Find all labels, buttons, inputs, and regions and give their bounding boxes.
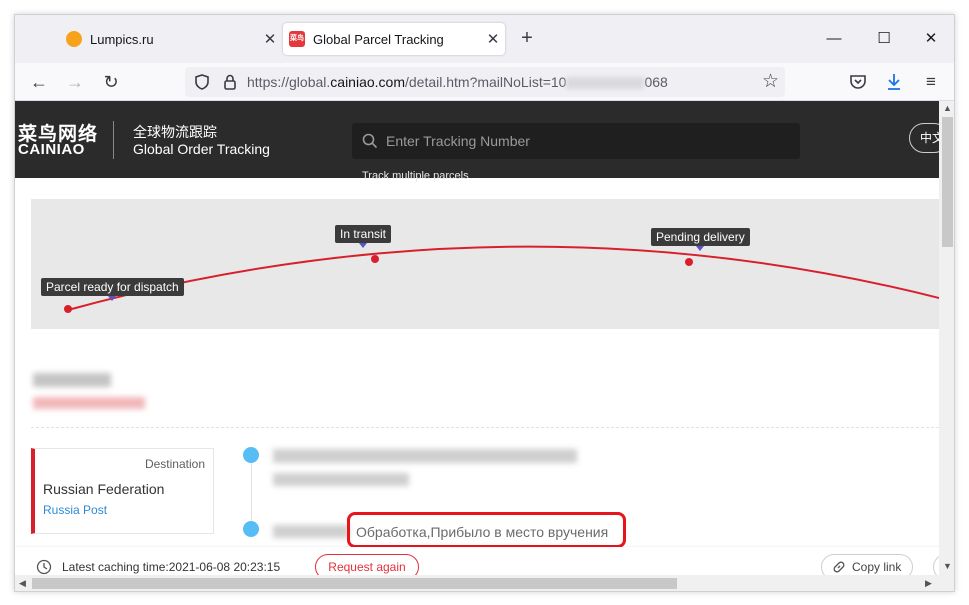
horizontal-scroll-thumb[interactable] bbox=[32, 578, 677, 589]
route-point-dispatch bbox=[64, 305, 72, 313]
minimize-button[interactable]: — bbox=[811, 27, 857, 51]
close-tab-icon[interactable]: ✕ bbox=[481, 30, 505, 48]
tracking-footer-bar: Latest caching time:2021-06-08 20:23:15 … bbox=[15, 547, 939, 575]
latest-caching-time: Latest caching time:2021-06-08 20:23:15 bbox=[62, 560, 281, 574]
search-placeholder: Enter Tracking Number bbox=[386, 133, 530, 149]
redacted-event-time bbox=[273, 473, 409, 486]
tab-title: Lumpics.ru bbox=[90, 31, 154, 47]
language-switch-button[interactable]: 中文 bbox=[909, 123, 939, 153]
tab-lumpics[interactable]: Lumpics.ru ✕ bbox=[60, 23, 282, 55]
address-bar[interactable]: https://global.cainiao.com/detail.htm?ma… bbox=[185, 67, 785, 97]
scroll-up-icon[interactable]: ▲ bbox=[943, 103, 952, 113]
destination-country: Russian Federation bbox=[43, 481, 165, 497]
site-header: 菜鸟网络 CAINIAO 全球物流跟踪 Global Order Trackin… bbox=[15, 101, 939, 182]
redacted-status bbox=[33, 397, 145, 409]
maximize-button[interactable]: ☐ bbox=[861, 27, 907, 51]
cainiao-favicon-icon: 菜鸟 bbox=[289, 31, 305, 47]
close-tab-icon[interactable]: ✕ bbox=[258, 30, 282, 48]
vertical-scrollbar[interactable]: ▲ ▼ bbox=[939, 101, 954, 575]
redacted-event-text bbox=[273, 449, 577, 463]
link-icon bbox=[833, 561, 845, 573]
pocket-icon[interactable] bbox=[849, 74, 867, 90]
destination-carrier-link[interactable]: Russia Post bbox=[43, 503, 107, 517]
clock-icon bbox=[36, 559, 52, 575]
timeline-dot bbox=[243, 521, 259, 537]
lock-icon[interactable] bbox=[221, 73, 239, 91]
destination-card: Destination Russian Federation Russia Po… bbox=[31, 448, 214, 534]
shield-icon[interactable] bbox=[193, 73, 211, 91]
section-divider bbox=[31, 427, 939, 428]
stage-tooltip-dispatch: Parcel ready for dispatch bbox=[41, 278, 184, 301]
tracking-number-search[interactable]: Enter Tracking Number bbox=[352, 123, 800, 159]
copy-link-label: Copy link bbox=[852, 560, 902, 574]
horizontal-scrollbar[interactable]: ◀ ▶ bbox=[15, 575, 954, 591]
route-path bbox=[64, 245, 939, 313]
stage-tooltip-delivery: Pending delivery bbox=[651, 228, 750, 251]
stage-tooltip-transit: In transit bbox=[335, 225, 392, 248]
track-multiple-link[interactable]: Track multiple parcels bbox=[362, 170, 469, 182]
lumpics-favicon-icon bbox=[66, 31, 82, 47]
navigation-toolbar: ← → ↻ https://global.cainiao.com/detail.… bbox=[15, 63, 954, 101]
header-subtitle-cn: 全球物流跟踪 bbox=[133, 124, 217, 140]
reload-button[interactable]: ↻ bbox=[97, 69, 125, 95]
header-subtitle-en: Global Order Tracking bbox=[133, 141, 270, 157]
header-divider bbox=[113, 121, 114, 159]
tab-global-parcel-tracking[interactable]: 菜鸟 Global Parcel Tracking ✕ bbox=[283, 23, 505, 55]
back-button[interactable]: ← bbox=[25, 69, 53, 95]
scroll-left-icon[interactable]: ◀ bbox=[19, 578, 26, 589]
tab-strip: Lumpics.ru ✕ 菜鸟 Global Parcel Tracking ✕… bbox=[15, 15, 954, 63]
cainiao-logo-en[interactable]: CAINIAO bbox=[18, 141, 85, 158]
destination-label: Destination bbox=[144, 457, 205, 471]
new-tab-button[interactable]: + bbox=[515, 27, 539, 51]
browser-window: Lumpics.ru ✕ 菜鸟 Global Parcel Tracking ✕… bbox=[14, 14, 955, 592]
route-point-transit bbox=[371, 255, 379, 263]
url-text: https://global.cainiao.com/detail.htm?ma… bbox=[247, 74, 668, 90]
redacted-tracking-number bbox=[566, 77, 645, 90]
request-again-button[interactable]: Request again bbox=[315, 554, 419, 575]
redacted-tracking-id bbox=[33, 373, 111, 387]
copy-link-button[interactable]: Copy link bbox=[821, 554, 913, 575]
search-icon bbox=[362, 133, 378, 149]
timeline-dot bbox=[243, 447, 259, 463]
redacted-event-time bbox=[273, 525, 349, 538]
scroll-down-icon[interactable]: ▼ bbox=[943, 561, 952, 571]
downloads-icon[interactable] bbox=[885, 72, 903, 92]
close-window-button[interactable]: ✕ bbox=[908, 27, 954, 51]
menu-hamburger-icon[interactable]: ≡ bbox=[917, 69, 945, 95]
tab-title: Global Parcel Tracking bbox=[313, 31, 444, 47]
page-viewport: 菜鸟网络 CAINIAO 全球物流跟踪 Global Order Trackin… bbox=[15, 101, 939, 575]
forward-button[interactable]: → bbox=[61, 69, 89, 95]
scroll-right-icon[interactable]: ▶ bbox=[925, 578, 932, 589]
route-point-delivery bbox=[685, 258, 693, 266]
route-map: Parcel ready for dispatch In transit Pen… bbox=[31, 199, 939, 329]
highlight-annotation bbox=[347, 512, 626, 548]
bookmark-star-icon[interactable]: ☆ bbox=[762, 70, 779, 93]
vertical-scroll-thumb[interactable] bbox=[942, 117, 953, 247]
